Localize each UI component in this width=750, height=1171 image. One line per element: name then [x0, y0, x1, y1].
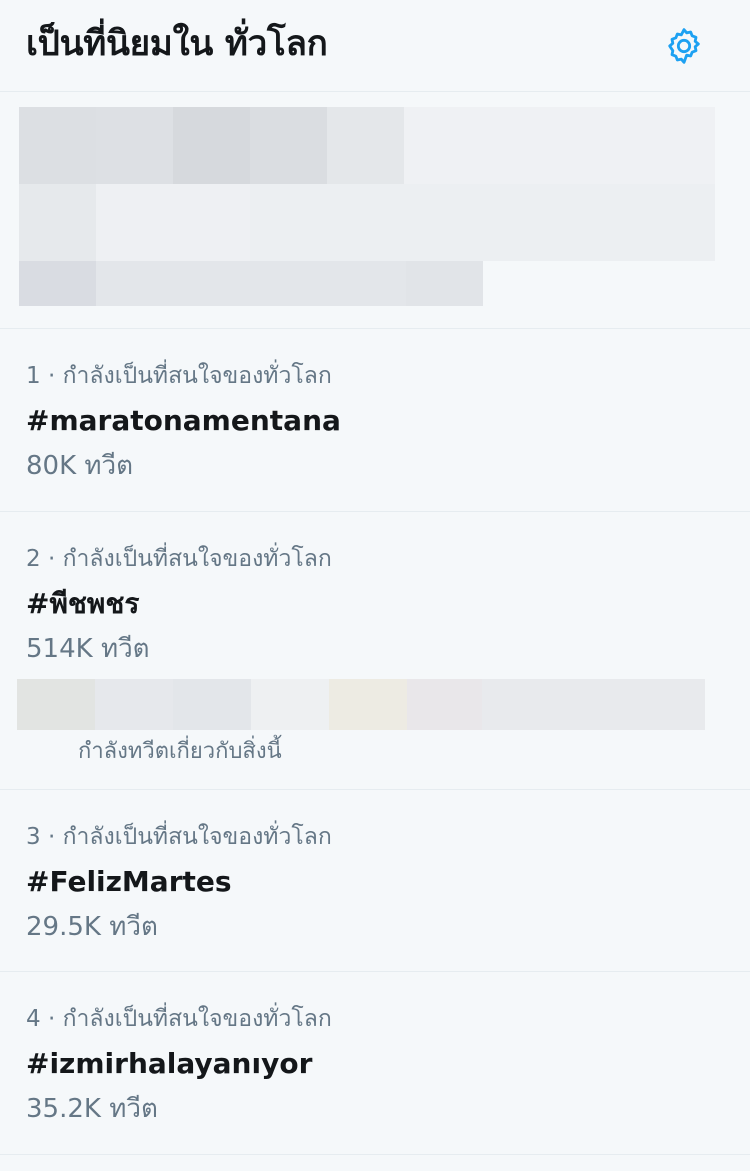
trend-name: #พีชพชร — [26, 587, 140, 620]
trend-context-text: กำลังทวีตเกี่ยวกับสิ่งนี้ — [78, 739, 282, 764]
trend-tweet-count: 514K ทวีต — [26, 634, 150, 664]
trend-name: #izmirhalayanıyor — [26, 1047, 313, 1080]
promoted-blurred-content[interactable] — [0, 92, 750, 329]
trend-context-blurred — [17, 679, 705, 730]
trend-meta: 3 · กำลังเป็นที่สนใจของทั่วโลก — [26, 824, 332, 850]
trends-panel: เป็นที่นิยมใน ทั่วโลก 1 · กำลังเป็นที่สน… — [0, 0, 750, 1171]
blur-row — [19, 261, 483, 306]
settings-button[interactable] — [662, 24, 706, 68]
trend-tweet-count: 35.2K ทวีต — [26, 1094, 158, 1124]
trend-tweet-count: 80K ทวีต — [26, 451, 134, 481]
blur-row — [19, 184, 715, 261]
trend-tweet-count: 29.5K ทวีต — [26, 912, 158, 942]
trend-meta: 1 · กำลังเป็นที่สนใจของทั่วโลก — [26, 363, 332, 389]
gear-icon — [668, 27, 700, 64]
trend-item[interactable]: 4 · กำลังเป็นที่สนใจของทั่วโลก #izmirhal… — [0, 972, 750, 1155]
trends-header: เป็นที่นิยมใน ทั่วโลก — [0, 0, 750, 92]
blur-row — [19, 107, 715, 184]
trend-item[interactable]: 3 · กำลังเป็นที่สนใจของทั่วโลก #FelizMar… — [0, 790, 750, 972]
trend-item[interactable]: 1 · กำลังเป็นที่สนใจของทั่วโลก #maratona… — [0, 329, 750, 512]
trend-name: #maratonamentana — [26, 404, 341, 437]
trends-title: เป็นที่นิยมใน ทั่วโลก — [26, 24, 328, 64]
trend-meta: 4 · กำลังเป็นที่สนใจของทั่วโลก — [26, 1006, 332, 1032]
trend-item[interactable]: 2 · กำลังเป็นที่สนใจของทั่วโลก #พีชพชร 5… — [0, 512, 750, 790]
trend-name: #FelizMartes — [26, 865, 232, 898]
trend-meta: 2 · กำลังเป็นที่สนใจของทั่วโลก — [26, 546, 332, 572]
